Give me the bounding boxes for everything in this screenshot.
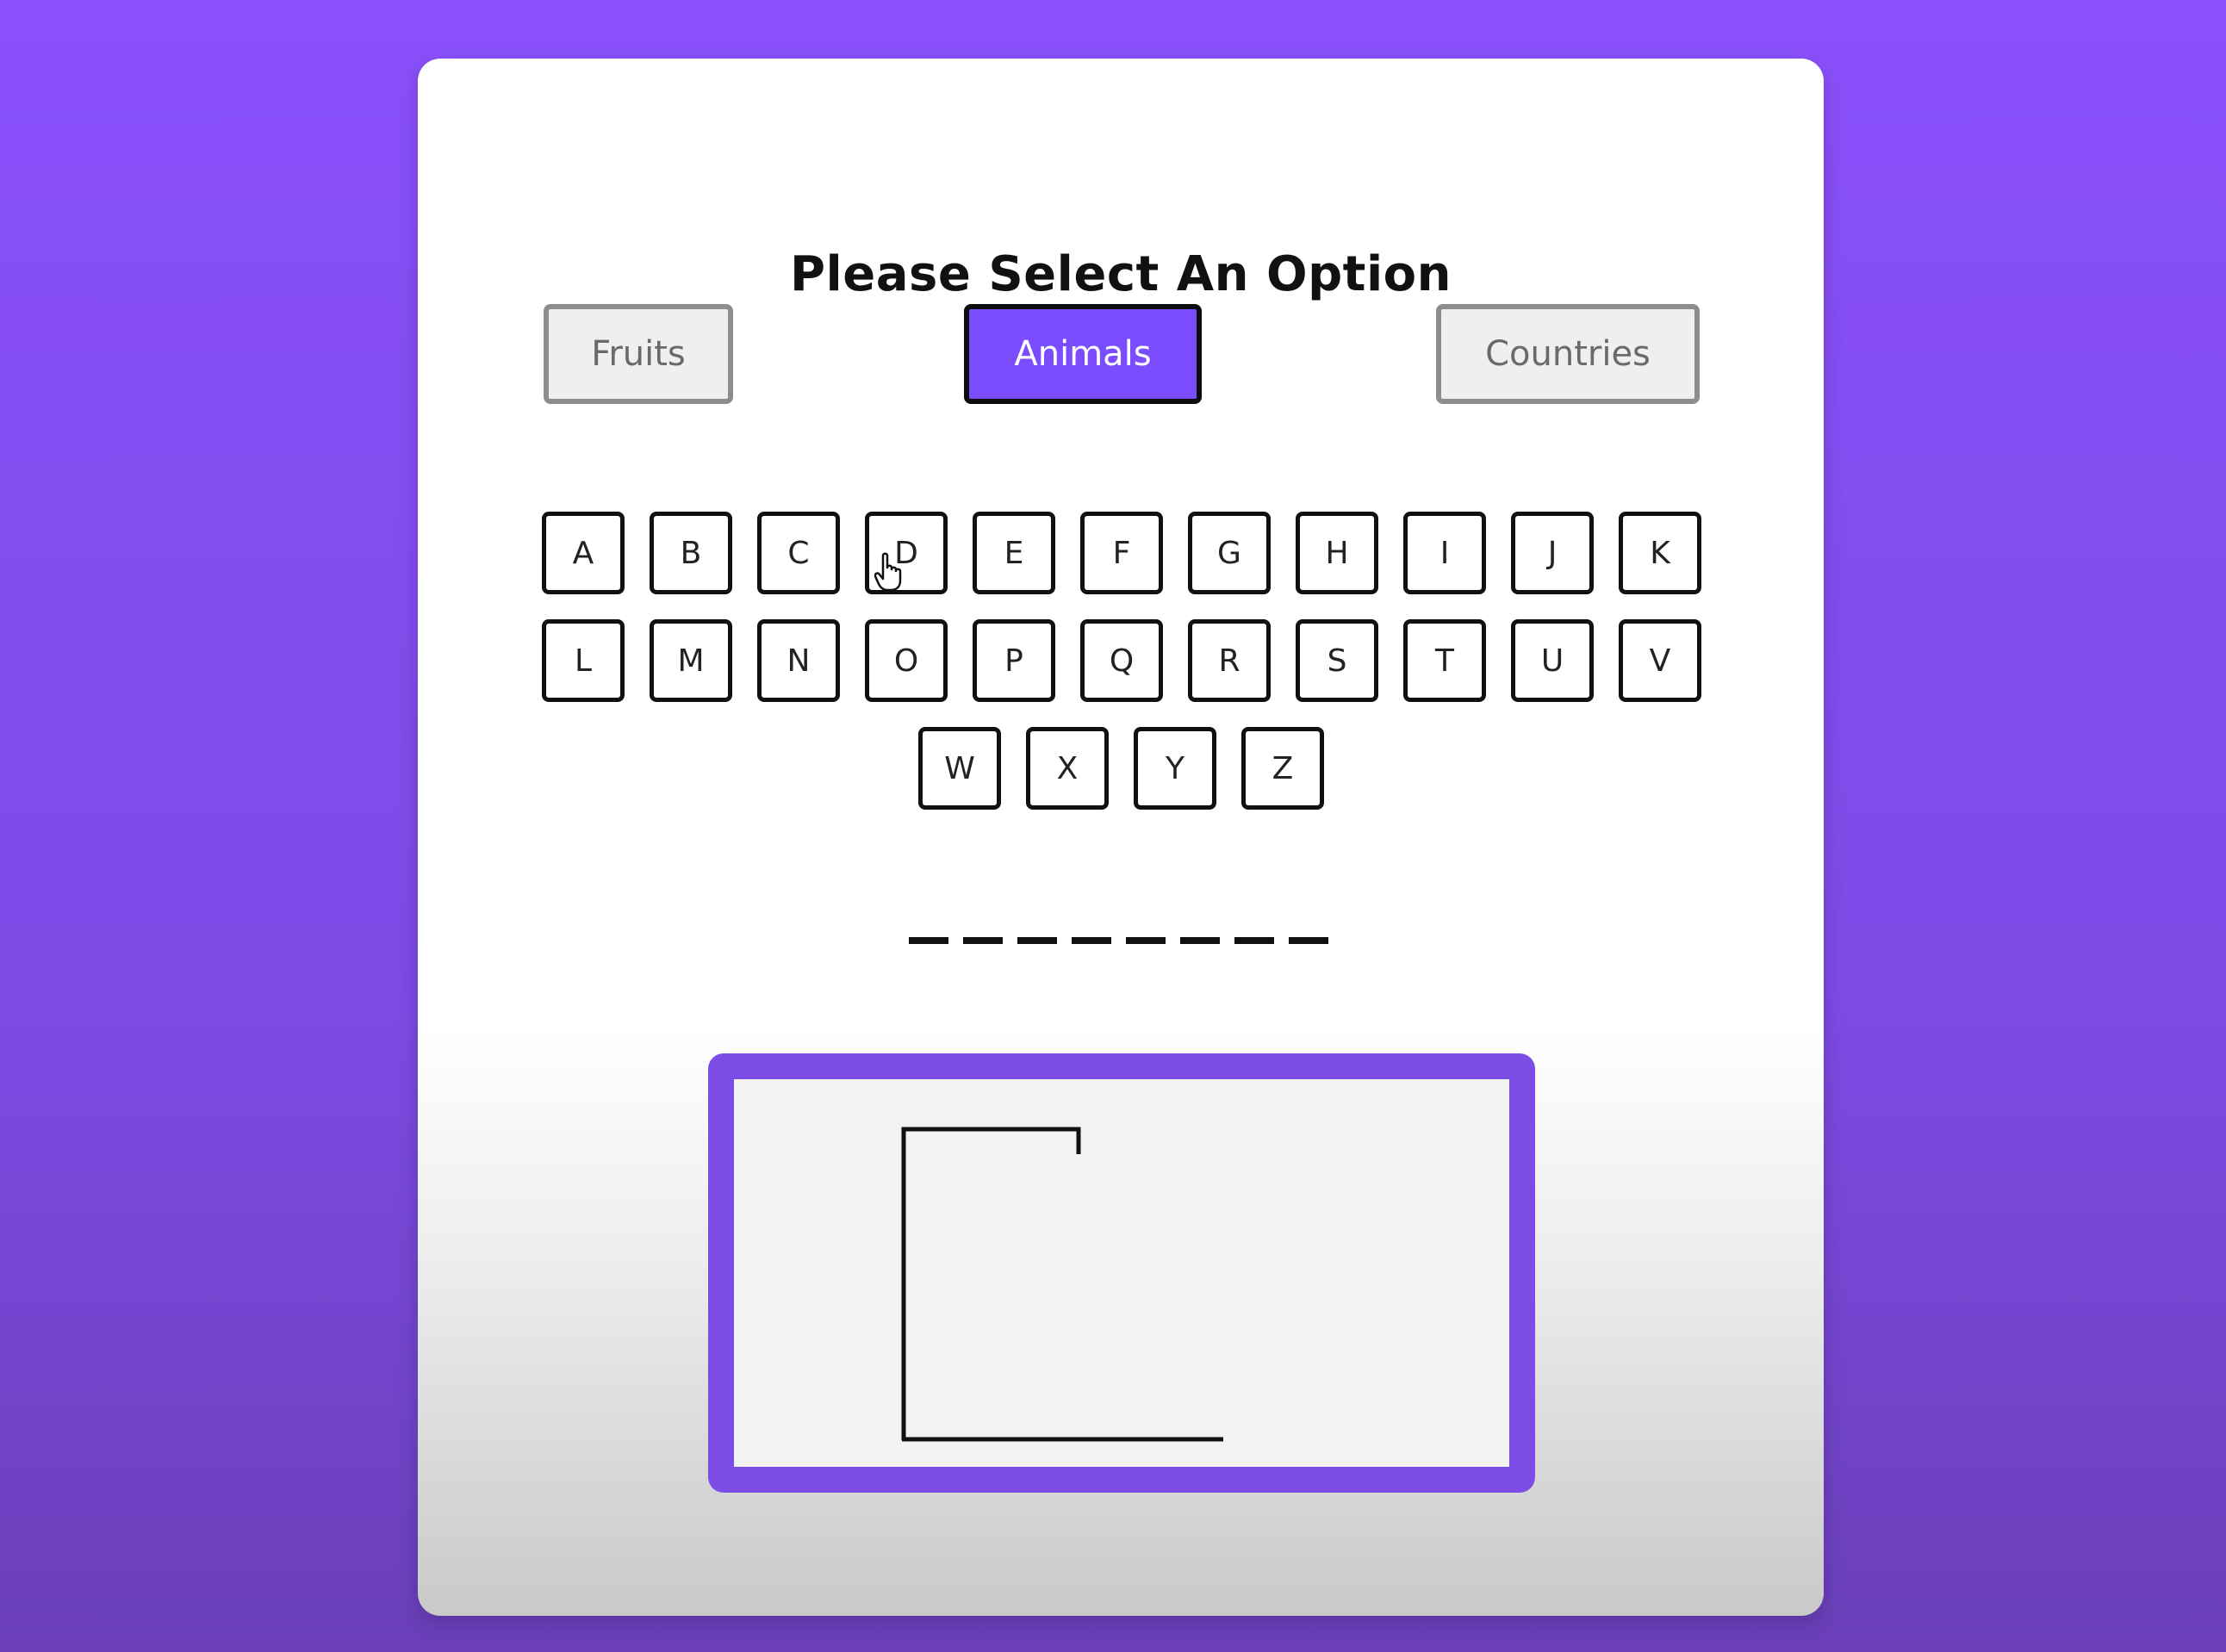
letter-key-n[interactable]: N xyxy=(757,619,840,702)
game-card: Please Select An Option Fruits Animals C… xyxy=(418,59,1824,1616)
letter-key-m[interactable]: M xyxy=(650,619,732,702)
letter-blank xyxy=(909,937,948,944)
letter-blank xyxy=(963,937,1003,944)
letter-key-l[interactable]: L xyxy=(542,619,625,702)
letter-key-u[interactable]: U xyxy=(1511,619,1594,702)
page-title: Please Select An Option xyxy=(790,246,1452,302)
letter-blank xyxy=(1234,937,1274,944)
letter-key-f[interactable]: F xyxy=(1080,512,1163,594)
letter-blank xyxy=(1017,937,1057,944)
category-fruits-button[interactable]: Fruits xyxy=(544,304,733,404)
letter-key-p[interactable]: P xyxy=(973,619,1055,702)
letter-blank xyxy=(1072,937,1111,944)
letter-key-z[interactable]: Z xyxy=(1241,727,1324,810)
letter-blank xyxy=(1289,937,1328,944)
letter-key-g[interactable]: G xyxy=(1188,512,1271,594)
gallows-drawing xyxy=(901,1127,1223,1442)
category-countries-button[interactable]: Countries xyxy=(1436,304,1700,404)
letter-key-r[interactable]: R xyxy=(1188,619,1271,702)
letter-key-w[interactable]: W xyxy=(918,727,1001,810)
letter-key-c[interactable]: C xyxy=(757,512,840,594)
letter-key-j[interactable]: J xyxy=(1511,512,1594,594)
category-animals-button[interactable]: Animals xyxy=(964,304,1202,404)
letter-key-y[interactable]: Y xyxy=(1134,727,1216,810)
letter-key-k[interactable]: K xyxy=(1619,512,1701,594)
letter-key-q[interactable]: Q xyxy=(1080,619,1163,702)
letter-key-v[interactable]: V xyxy=(1619,619,1701,702)
letter-key-e[interactable]: E xyxy=(973,512,1055,594)
letter-key-x[interactable]: X xyxy=(1026,727,1109,810)
letter-key-o[interactable]: O xyxy=(865,619,948,702)
letter-key-i[interactable]: I xyxy=(1403,512,1486,594)
letter-blank xyxy=(1126,937,1166,944)
letter-blank xyxy=(1180,937,1220,944)
hangman-canvas xyxy=(708,1053,1535,1493)
letter-key-s[interactable]: S xyxy=(1296,619,1378,702)
letter-key-h[interactable]: H xyxy=(1296,512,1378,594)
hand-pointer-icon xyxy=(874,552,902,592)
letter-key-t[interactable]: T xyxy=(1403,619,1486,702)
gallows-frame-line xyxy=(901,1127,1081,1440)
letter-key-a[interactable]: A xyxy=(542,512,625,594)
letter-key-b[interactable]: B xyxy=(650,512,732,594)
